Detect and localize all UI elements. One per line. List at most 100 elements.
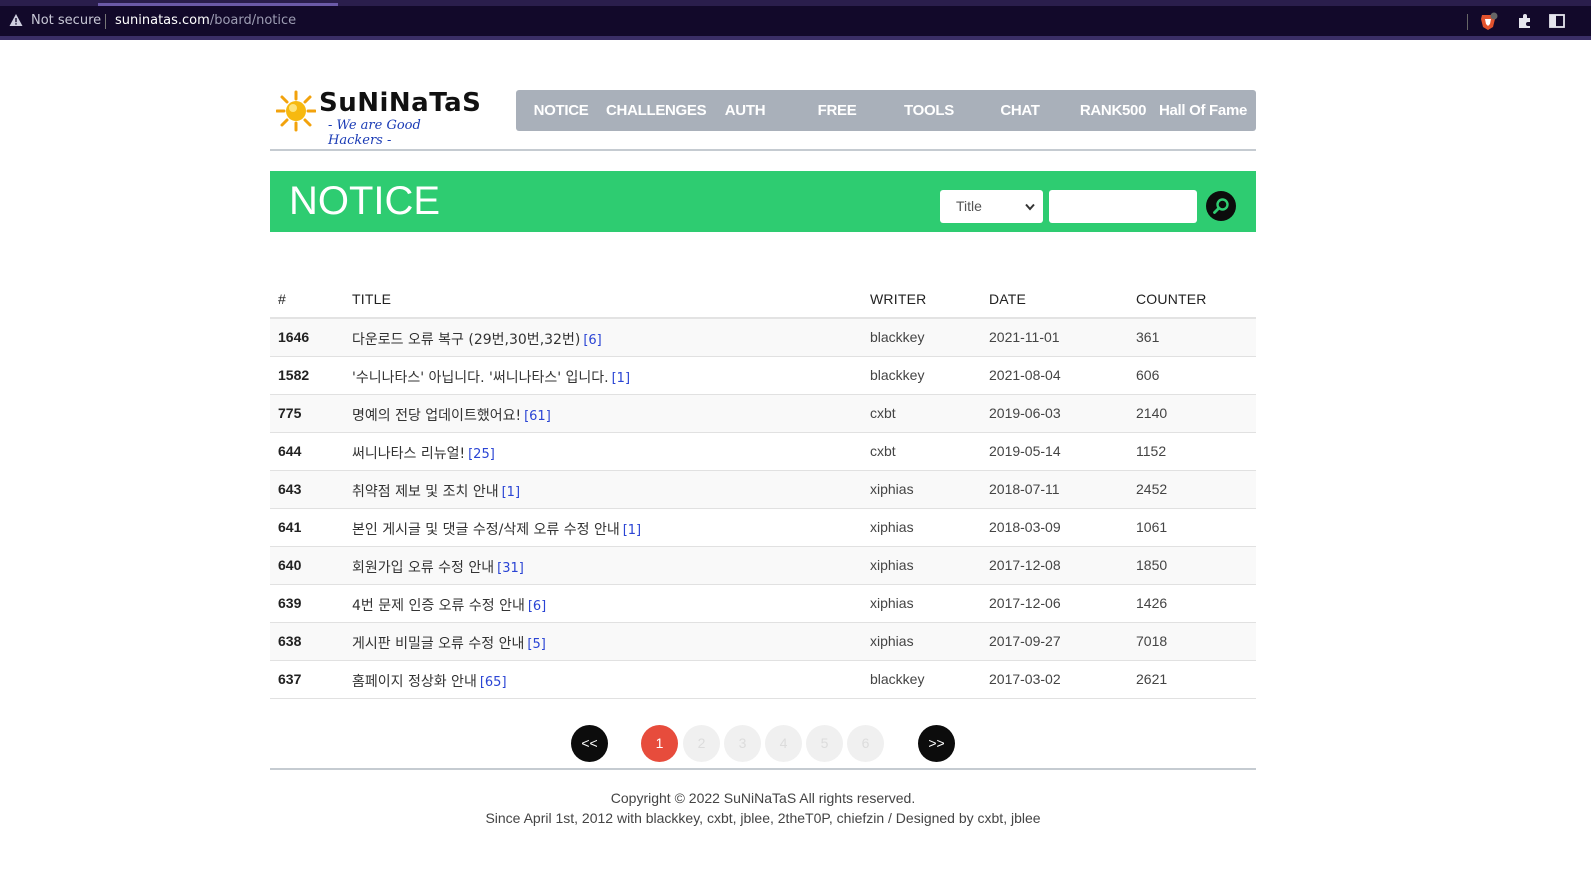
table-row[interactable]: 640 회원가입 오류 수정 안내 [31] xiphias 2017-12-08… xyxy=(270,547,1256,585)
row-writer: cxbt xyxy=(870,405,896,421)
page-4-button[interactable]: 4 xyxy=(765,725,802,762)
row-counter: 7018 xyxy=(1136,633,1168,649)
row-writer: xiphias xyxy=(870,557,914,573)
site-logo[interactable]: SuNiNaTaS - We are Good Hackers - xyxy=(276,88,481,148)
row-date: 2017-12-06 xyxy=(989,595,1061,611)
search-input[interactable] xyxy=(1049,190,1197,223)
search-icon xyxy=(1213,198,1229,214)
security-label[interactable]: Not secure xyxy=(31,13,101,28)
page-3-button[interactable]: 3 xyxy=(724,725,761,762)
row-title[interactable]: 게시판 비밀글 오류 수정 안내 xyxy=(352,636,524,652)
nav-challenges[interactable]: CHALLENGES xyxy=(606,90,707,131)
comment-count: [5] xyxy=(527,637,546,652)
nav-auth[interactable]: AUTH xyxy=(717,90,773,131)
nav-hall-of-fame[interactable]: Hall Of Fame xyxy=(1158,90,1248,131)
row-title-link[interactable]: '수니나타스' 아닙니다. '써니나타스' 입니다. [1] xyxy=(352,367,630,387)
row-writer: xiphias xyxy=(870,481,914,497)
row-title-link[interactable]: 써니나타스 리뉴얼! [25] xyxy=(352,443,495,463)
row-title-link[interactable]: 다운로드 오류 복구 (29번,30번,32번) [6] xyxy=(352,329,602,349)
nav-tools[interactable]: TOOLS xyxy=(898,90,960,131)
next-page-button[interactable]: >> xyxy=(918,725,955,762)
row-counter: 1152 xyxy=(1136,443,1167,459)
browser-divider xyxy=(0,36,1591,40)
row-number: 1646 xyxy=(278,329,310,345)
extensions-puzzle-icon[interactable] xyxy=(1517,13,1533,29)
table-row[interactable]: 643 취약점 제보 및 조치 안내 [1] xiphias 2018-07-11… xyxy=(270,471,1256,509)
page-6-button[interactable]: 6 xyxy=(847,725,884,762)
footer-divider xyxy=(270,768,1256,770)
row-title[interactable]: '수니나타스' 아닙니다. '써니나타스' 입니다. xyxy=(352,370,609,386)
nav-chat[interactable]: CHAT xyxy=(991,90,1049,131)
nav-rank500[interactable]: RANK500 xyxy=(1076,90,1150,131)
table-row[interactable]: 641 본인 게시글 및 댓글 수정/삭제 오류 수정 안내 [1] xiphia… xyxy=(270,509,1256,547)
sun-logo-icon xyxy=(276,90,316,132)
row-title[interactable]: 회원가입 오류 수정 안내 xyxy=(352,560,494,576)
row-date: 2018-03-09 xyxy=(989,519,1061,535)
table-row[interactable]: 775 명예의 전당 업데이트했어요! [61] cxbt 2019-06-03 … xyxy=(270,395,1256,433)
notice-table: # TITLE WRITER DATE COUNTER 1646 다운로드 오류… xyxy=(270,280,1256,699)
row-title-link[interactable]: 홈페이지 정상화 안내 [65] xyxy=(352,671,507,691)
nav-free[interactable]: FREE xyxy=(808,90,866,131)
row-date: 2019-06-03 xyxy=(989,405,1061,421)
row-number: 637 xyxy=(278,671,302,687)
row-writer: xiphias xyxy=(870,633,914,649)
comment-count: [1] xyxy=(611,371,631,386)
table-row[interactable]: 644 써니나타스 리뉴얼! [25] cxbt 2019-05-14 1152 xyxy=(270,433,1256,471)
row-number: 1582 xyxy=(278,367,310,383)
row-title-link[interactable]: 게시판 비밀글 오류 수정 안내 [5] xyxy=(352,633,546,653)
page-5-button[interactable]: 5 xyxy=(806,725,843,762)
table-row[interactable]: 1582 '수니나타스' 아닙니다. '써니나타스' 입니다. [1] black… xyxy=(270,357,1256,395)
col-header-title: TITLE xyxy=(352,291,392,307)
sidebar-panel-icon[interactable] xyxy=(1549,14,1565,28)
row-date: 2021-11-01 xyxy=(989,329,1060,345)
row-date: 2019-05-14 xyxy=(989,443,1061,459)
row-title-link[interactable]: 4번 문제 인증 오류 수정 안내 [6] xyxy=(352,595,546,615)
url-domain: suninatas.com xyxy=(115,13,210,28)
search-field-value: Title xyxy=(956,198,982,214)
row-title-link[interactable]: 명예의 전당 업데이트했어요! [61] xyxy=(352,405,551,425)
row-title[interactable]: 4번 문제 인증 오류 수정 안내 xyxy=(352,598,525,614)
search-button[interactable] xyxy=(1206,191,1236,221)
row-title[interactable]: 취약점 제보 및 조치 안내 xyxy=(352,484,499,500)
comment-count: [61] xyxy=(524,409,551,424)
comment-count: [65] xyxy=(479,675,507,690)
brave-shield-icon[interactable] xyxy=(1478,12,1498,32)
table-row[interactable]: 1646 다운로드 오류 복구 (29번,30번,32번) [6] blackke… xyxy=(270,319,1256,357)
logo-title: SuNiNaTaS xyxy=(319,88,482,118)
row-title-link[interactable]: 취약점 제보 및 조치 안내 [1] xyxy=(352,481,520,501)
logo-subtitle: - We are Good Hackers - xyxy=(328,118,421,148)
row-title[interactable]: 명예의 전당 업데이트했어요! xyxy=(352,408,521,424)
warning-triangle-icon xyxy=(9,14,23,26)
url-text[interactable]: suninatas.com/board/notice xyxy=(115,13,296,28)
col-header-date: DATE xyxy=(989,291,1027,307)
nav-notice[interactable]: NOTICE xyxy=(532,90,590,131)
table-header: # TITLE WRITER DATE COUNTER xyxy=(270,280,1256,319)
table-row[interactable]: 639 4번 문제 인증 오류 수정 안내 [6] xiphias 2017-12… xyxy=(270,585,1256,623)
row-date: 2018-07-11 xyxy=(989,481,1060,497)
comment-count: [31] xyxy=(497,561,524,576)
address-bar[interactable]: Not secure suninatas.com/board/notice xyxy=(0,6,1591,36)
row-title[interactable]: 본인 게시글 및 댓글 수정/삭제 오류 수정 안내 xyxy=(352,522,620,538)
row-counter: 2621 xyxy=(1136,671,1168,687)
row-writer: xiphias xyxy=(870,595,914,611)
row-title[interactable]: 써니나타스 리뉴얼! xyxy=(352,446,465,462)
table-row[interactable]: 637 홈페이지 정상화 안내 [65] blackkey 2017-03-02 … xyxy=(270,661,1256,699)
col-header-writer: WRITER xyxy=(870,291,927,307)
row-writer: xiphias xyxy=(870,519,914,535)
row-number: 639 xyxy=(278,595,302,611)
search-field-select[interactable]: Title xyxy=(940,190,1043,223)
table-row[interactable]: 638 게시판 비밀글 오류 수정 안내 [5] xiphias 2017-09-… xyxy=(270,623,1256,661)
row-date: 2017-03-02 xyxy=(989,671,1061,687)
row-title-link[interactable]: 본인 게시글 및 댓글 수정/삭제 오류 수정 안내 [1] xyxy=(352,519,641,539)
prev-page-button[interactable]: << xyxy=(571,725,608,762)
row-counter: 361 xyxy=(1136,329,1160,345)
row-date: 2021-08-04 xyxy=(989,367,1061,383)
row-title[interactable]: 다운로드 오류 복구 (29번,30번,32번) xyxy=(352,332,580,348)
row-number: 640 xyxy=(278,557,302,573)
row-title-link[interactable]: 회원가입 오류 수정 안내 [31] xyxy=(352,557,524,577)
page-2-button[interactable]: 2 xyxy=(683,725,720,762)
row-writer: cxbt xyxy=(870,443,896,459)
page-1-button[interactable]: 1 xyxy=(641,725,678,762)
row-number: 641 xyxy=(278,519,302,535)
row-title[interactable]: 홈페이지 정상화 안내 xyxy=(352,674,477,690)
